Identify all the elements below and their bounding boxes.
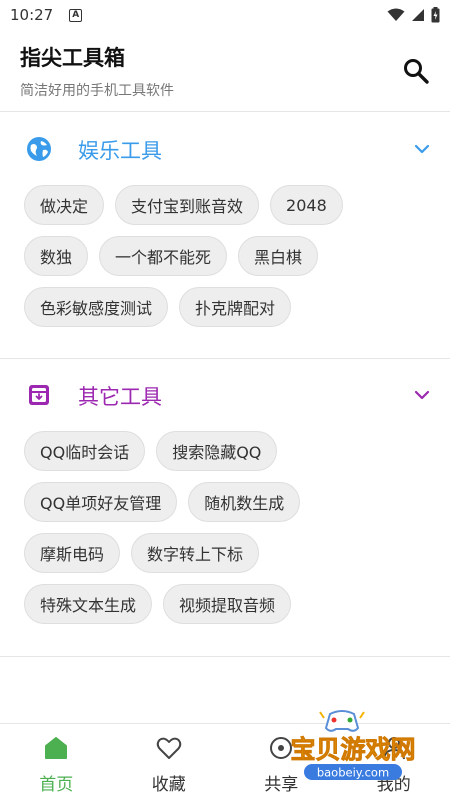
chip-row: 做决定 支付宝到账音效 2048: [24, 185, 426, 225]
section-title: 娱乐工具: [78, 139, 162, 163]
status-bar: 10:27 A: [0, 0, 450, 30]
tool-chip-color-test[interactable]: 色彩敏感度测试: [24, 287, 169, 327]
watermark-text: 宝贝游戏网: [290, 735, 415, 764]
nav-item-favorites[interactable]: 收藏: [113, 724, 226, 800]
tool-chip-sudoku[interactable]: 数独: [24, 236, 89, 276]
tool-chip-special-text[interactable]: 特殊文本生成: [24, 584, 153, 624]
chip-row: 色彩敏感度测试 扑克牌配对: [24, 287, 426, 327]
tool-chip-2048[interactable]: 2048: [270, 185, 343, 225]
tool-chip-alipay-sound[interactable]: 支付宝到账音效: [115, 185, 260, 225]
tool-chip-extract-audio[interactable]: 视频提取音频: [163, 584, 292, 624]
globe-icon: [27, 137, 51, 161]
app-header: 指尖工具箱 简洁好用的手机工具软件: [0, 30, 450, 112]
watermark-logo: 宝贝游戏网 baobeiy.com: [290, 710, 416, 780]
nav-label-home: 首页: [39, 775, 74, 795]
page-title: 指尖工具箱: [20, 46, 125, 70]
notification-a-icon: A: [69, 8, 83, 22]
tool-chip-morse-code[interactable]: 摩斯电码: [24, 533, 121, 573]
tool-chip-random-number[interactable]: 随机数生成: [188, 482, 301, 522]
tool-chip-reversi[interactable]: 黑白棋: [238, 236, 319, 276]
nav-item-home[interactable]: 首页: [0, 724, 113, 800]
tool-chip-card-match[interactable]: 扑克牌配对: [179, 287, 292, 327]
chevron-down-icon[interactable]: [412, 139, 432, 159]
chip-row: QQ单项好友管理 随机数生成: [24, 482, 426, 522]
chip-row: QQ临时会话 搜索隐藏QQ: [24, 431, 426, 471]
status-icons: [387, 7, 440, 23]
wifi-icon: [387, 8, 405, 21]
status-time: 10:27: [10, 6, 54, 24]
nav-label-favorites: 收藏: [151, 775, 186, 795]
tool-chip-search-hidden-qq[interactable]: 搜索隐藏QQ: [156, 431, 278, 471]
section-title: 其它工具: [78, 385, 162, 409]
tool-chip-none-can-die[interactable]: 一个都不能死: [99, 236, 228, 276]
gamepad-icon: [319, 710, 365, 732]
tool-chip-sub-superscript[interactable]: 数字转上下标: [131, 533, 260, 573]
tool-chip-qq-temp-chat[interactable]: QQ临时会话: [24, 431, 146, 471]
home-icon: [45, 737, 68, 759]
chevron-down-icon[interactable]: [412, 385, 432, 405]
chip-row: 摩斯电码 数字转上下标: [24, 533, 426, 573]
section-entertainment-tools: 娱乐工具 做决定 支付宝到账音效 2048 数独 一个都不能死 黑白棋 色彩敏感…: [0, 113, 450, 359]
battery-icon: [431, 7, 440, 23]
tool-chip-decision[interactable]: 做决定: [24, 185, 105, 225]
section-header-entertainment[interactable]: 娱乐工具: [0, 113, 450, 185]
chip-row: 特殊文本生成 视频提取音频: [24, 584, 426, 624]
tool-chip-qq-friend-mgmt[interactable]: QQ单项好友管理: [24, 482, 178, 522]
watermark-url: baobeiy.com: [317, 766, 389, 780]
archive-box-icon: [29, 385, 49, 405]
chip-group: QQ临时会话 搜索隐藏QQ QQ单项好友管理 随机数生成 摩斯电码 数字转上下标…: [0, 431, 450, 624]
section-header-other[interactable]: 其它工具: [0, 359, 450, 431]
page-subtitle: 简洁好用的手机工具软件: [20, 83, 174, 99]
heart-icon: [156, 737, 181, 759]
chip-group: 做决定 支付宝到账音效 2048 数独 一个都不能死 黑白棋 色彩敏感度测试 扑…: [0, 185, 450, 327]
cell-signal-icon: [412, 9, 424, 21]
search-icon[interactable]: [402, 57, 430, 85]
chip-row: 数独 一个都不能死 黑白棋: [24, 236, 426, 276]
section-other-tools: 其它工具 QQ临时会话 搜索隐藏QQ QQ单项好友管理 随机数生成 摩斯电码 数…: [0, 359, 450, 657]
